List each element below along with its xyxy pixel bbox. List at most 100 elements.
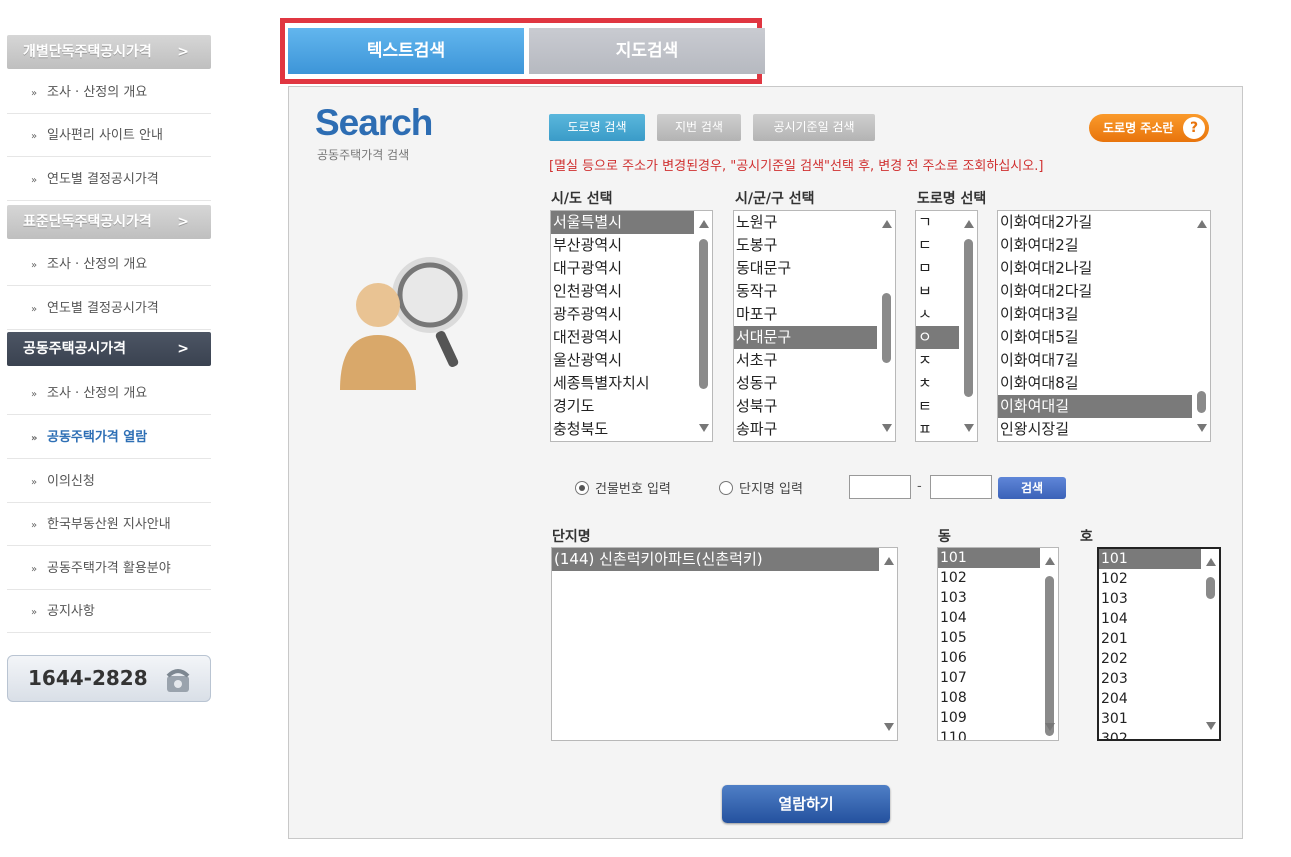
list-option[interactable]: 302 [1099,729,1201,739]
sidebar-item[interactable]: » 조사 · 산정의 개요 [7,372,211,415]
scroll-up-icon[interactable] [964,220,974,228]
list-option[interactable]: 102 [938,568,1040,588]
list-option[interactable]: 101 [938,548,1040,568]
dong-listbox[interactable]: 101 102 103 104 105 106 107 108 109 110 [937,547,1059,741]
radio-building-no[interactable]: 건물번호 입력 [575,478,671,497]
scrollbar[interactable] [695,211,712,441]
list-option[interactable]: 성동구 [734,372,877,395]
list-option[interactable]: 104 [1099,609,1201,629]
tab-map-search[interactable]: 지도검색 [529,28,765,74]
scrollbar[interactable] [1202,549,1219,739]
scroll-up-icon[interactable] [884,557,894,565]
list-option[interactable]: 110 [938,728,1040,740]
scroll-thumb[interactable] [882,293,891,363]
scroll-thumb[interactable] [1045,576,1054,736]
list-option[interactable]: 동대문구 [734,257,877,280]
list-option[interactable]: 103 [938,588,1040,608]
scrollbar[interactable] [960,211,977,441]
list-option[interactable]: ㅌ [916,395,959,418]
list-option[interactable]: 마포구 [734,303,877,326]
radio-building-no-icon[interactable] [575,481,589,495]
list-option[interactable]: 104 [938,608,1040,628]
list-option[interactable]: 105 [938,628,1040,648]
building-main-number-input[interactable] [849,475,911,499]
list-option[interactable]: 이화여대3길 [998,303,1192,326]
number-search-button[interactable]: 검색 [998,477,1066,499]
scroll-thumb[interactable] [1206,577,1215,599]
list-option[interactable]: 인왕시장길 [998,418,1192,441]
sigungu-listbox[interactable]: 노원구 도봉구 동대문구 동작구 마포구 서대문구 서초구 성동구 성북구 송파구 [733,210,896,442]
scroll-up-icon[interactable] [1206,558,1216,566]
list-option[interactable]: 도봉구 [734,234,877,257]
scroll-down-icon[interactable] [964,424,974,432]
sidebar-section-2[interactable]: 공동주택공시가격 > [7,332,211,366]
list-option[interactable]: 이화여대7길 [998,349,1192,372]
building-sub-number-input[interactable] [930,475,992,499]
scrollbar[interactable] [878,211,895,441]
ho-listbox[interactable]: 101 102 103 104 201 202 203 204 301 302 [1097,547,1221,741]
list-option[interactable]: ㅍ [916,418,959,441]
view-button[interactable]: 열람하기 [722,785,890,823]
sidebar-item[interactable]: » 조사 · 산정의 개요 [7,71,211,114]
list-option[interactable]: 이화여대2다길 [998,280,1192,303]
list-option[interactable]: 이화여대2나길 [998,257,1192,280]
list-option[interactable]: 대전광역시 [551,326,694,349]
sidebar-section-1[interactable]: 표준단독주택공시가격 > [7,205,211,239]
scroll-down-icon[interactable] [882,424,892,432]
list-option[interactable]: 인천광역시 [551,280,694,303]
list-option[interactable]: 108 [938,688,1040,708]
base-date-search-button[interactable]: 공시기준일 검색 [753,114,875,141]
scroll-down-icon[interactable] [1197,424,1207,432]
radio-complex-name-icon[interactable] [719,481,733,495]
list-option[interactable]: 서초구 [734,349,877,372]
list-option[interactable]: ㄱ [916,211,959,234]
scrollbar[interactable] [1041,548,1058,740]
scrollbar[interactable] [880,548,897,740]
scroll-thumb[interactable] [699,239,708,389]
scroll-up-icon[interactable] [699,220,709,228]
sidebar-item[interactable]: » 공지사항 [7,590,211,633]
list-option[interactable]: 세종특별자치시 [551,372,694,395]
sidebar-item[interactable]: » 연도별 결정공시가격 [7,158,211,201]
sidebar-section-0[interactable]: 개별단독주택공시가격 > [7,35,211,69]
tab-text-search[interactable]: 텍스트검색 [288,28,524,74]
list-option[interactable]: 노원구 [734,211,877,234]
list-option[interactable]: 서울특별시 [551,211,694,234]
scroll-thumb[interactable] [964,239,973,397]
list-option[interactable]: 301 [1099,709,1201,729]
list-option[interactable]: 서대문구 [734,326,877,349]
sidebar-item[interactable]: » 공동주택가격 활용분야 [7,547,211,590]
radio-complex-name[interactable]: 단지명 입력 [719,478,803,497]
list-option[interactable]: 101 [1099,549,1201,569]
sidebar-item[interactable]: » 이의신청 [7,460,211,503]
list-option[interactable]: 201 [1099,629,1201,649]
list-option[interactable]: 이화여대길 [998,395,1192,418]
sidebar-item[interactable]: » 일사편리 사이트 안내 [7,114,211,157]
list-option[interactable]: ㅅ [916,303,959,326]
scroll-down-icon[interactable] [699,424,709,432]
list-option[interactable]: 이화여대2길 [998,234,1192,257]
sidebar-item[interactable]: » 조사 · 산정의 개요 [7,243,211,286]
list-option[interactable]: 이화여대2가길 [998,211,1192,234]
road-name-listbox[interactable]: 이화여대2가길 이화여대2길 이화여대2나길 이화여대2다길 이화여대3길 이화여대5길 이… [997,210,1211,442]
list-option[interactable]: 이화여대5길 [998,326,1192,349]
lot-search-button[interactable]: 지번 검색 [657,114,741,141]
scroll-up-icon[interactable] [1197,220,1207,228]
list-option[interactable]: 대구광역시 [551,257,694,280]
scroll-up-icon[interactable] [882,220,892,228]
list-option[interactable]: 동작구 [734,280,877,303]
scroll-down-icon[interactable] [1206,722,1216,730]
list-option[interactable]: 송파구 [734,418,877,441]
list-option[interactable]: 이화여대8길 [998,372,1192,395]
sidebar-item[interactable]: » 한국부동산원 지사안내 [7,503,211,546]
list-option[interactable]: 109 [938,708,1040,728]
scrollbar[interactable] [1193,211,1210,441]
list-option[interactable]: 102 [1099,569,1201,589]
list-option[interactable]: ㅂ [916,280,959,303]
road-address-help-button[interactable]: 도로명 주소란 ? [1089,114,1209,142]
list-option[interactable]: 부산광역시 [551,234,694,257]
list-option[interactable]: ㅈ [916,349,959,372]
list-option[interactable]: ㅊ [916,372,959,395]
list-option[interactable]: 106 [938,648,1040,668]
sidebar-item[interactable]: » 공동주택가격 열람 [7,416,211,459]
